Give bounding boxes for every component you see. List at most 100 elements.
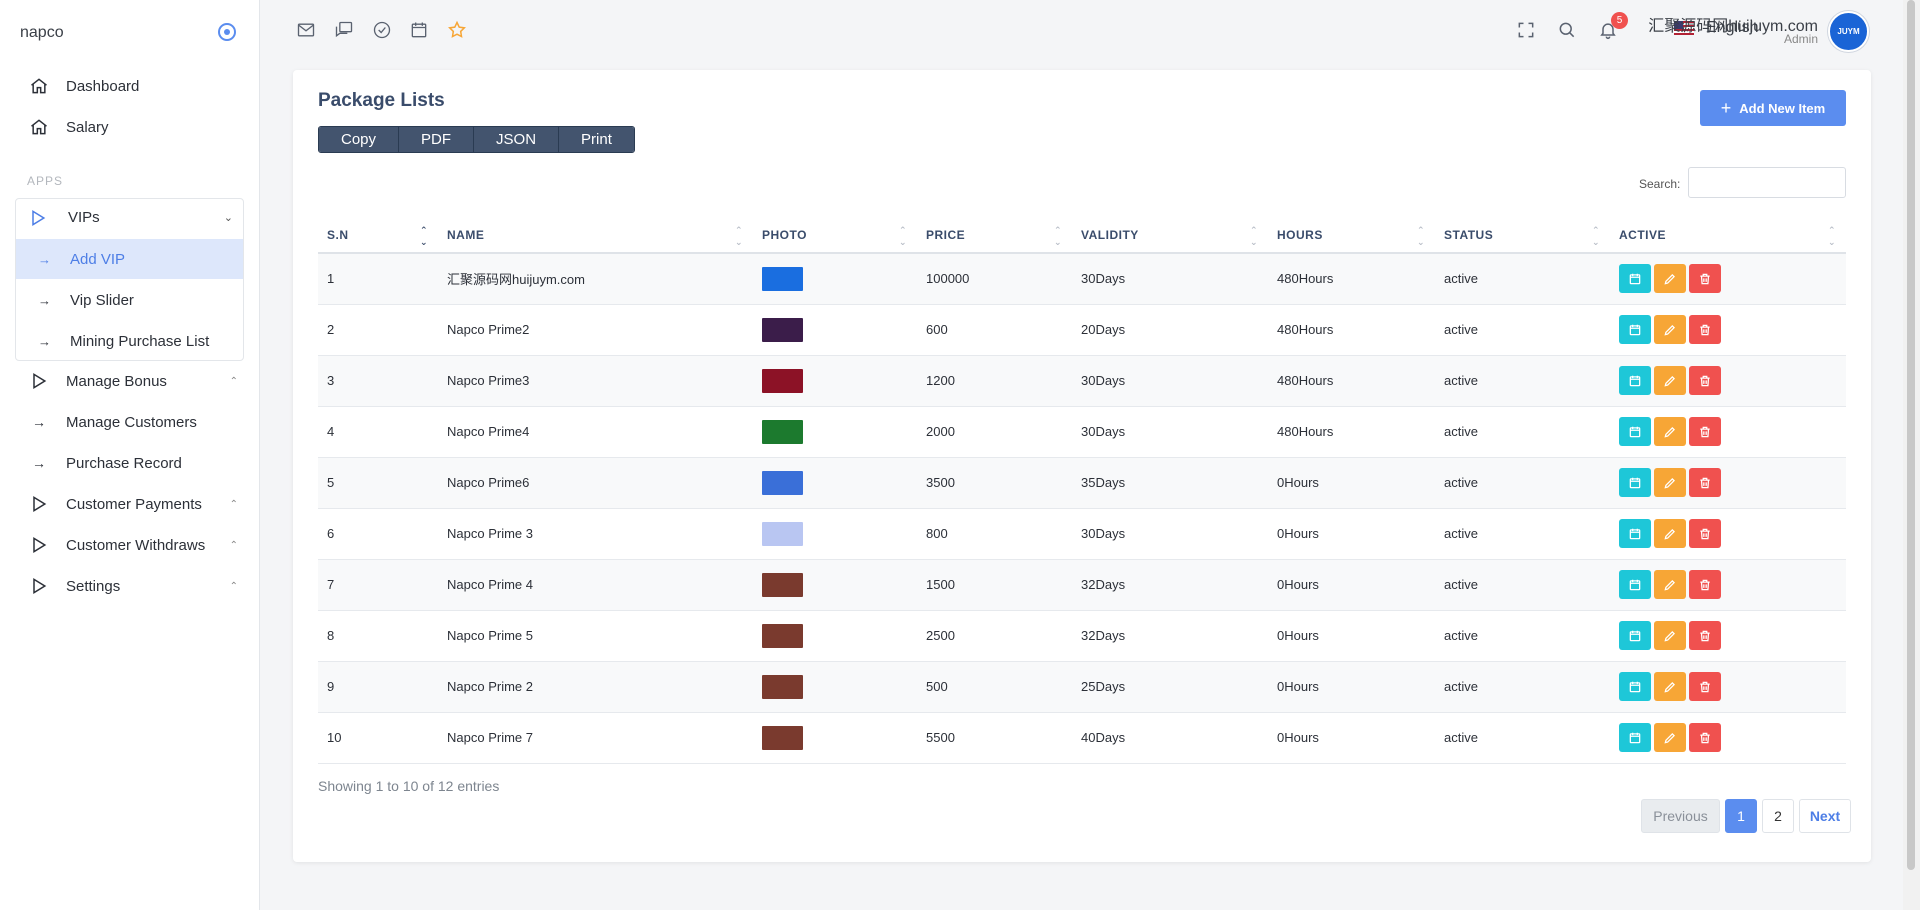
calendar-icon[interactable] [408, 19, 430, 41]
package-thumbnail[interactable] [762, 368, 803, 393]
pencil-icon [1664, 426, 1675, 438]
sidebar-item-purchase-record[interactable]: → Purchase Record [28, 448, 182, 478]
sidebar-item-settings[interactable]: Settings ⌃ [28, 571, 238, 601]
sidebar-item-manage-customers[interactable]: → Manage Customers [28, 407, 197, 437]
mail-icon[interactable] [295, 19, 317, 41]
add-new-item-button[interactable]: + Add New Item [1700, 90, 1846, 126]
previous-page-button[interactable]: Previous [1641, 799, 1720, 833]
edit-button[interactable] [1654, 264, 1686, 294]
delete-button[interactable] [1689, 621, 1721, 650]
column-header-status[interactable]: STATUS ⌃ ⌄ [1435, 218, 1610, 254]
edit-button[interactable] [1654, 417, 1686, 446]
sidebar-subitem-mining-purchase-list[interactable]: → Mining Purchase List [16, 321, 243, 361]
edit-button[interactable] [1654, 570, 1686, 599]
edit-button[interactable] [1654, 468, 1686, 497]
view-button[interactable] [1619, 672, 1651, 701]
sidebar-subitem-vip-slider[interactable]: → Vip Slider [16, 280, 243, 320]
edit-button[interactable] [1654, 723, 1686, 752]
fullscreen-icon[interactable] [1515, 19, 1537, 41]
view-button[interactable] [1619, 570, 1651, 599]
column-header-price[interactable]: PRICE ⌃ ⌄ [917, 218, 1072, 254]
add-new-item-label: Add New Item [1739, 100, 1826, 116]
sort-icon: ⌃ ⌄ [1591, 225, 1600, 247]
view-button[interactable] [1619, 468, 1651, 497]
calendar-icon [1629, 375, 1641, 386]
delete-button[interactable] [1689, 519, 1721, 548]
sidebar-item-customer-payments[interactable]: Customer Payments ⌃ [28, 489, 238, 519]
package-thumbnail[interactable] [762, 572, 803, 597]
delete-button[interactable] [1689, 315, 1721, 344]
cell-name: 汇聚源码网huijuym.com [438, 253, 753, 305]
package-thumbnail[interactable] [762, 470, 803, 495]
column-header-validity[interactable]: VALIDITY ⌃ ⌄ [1072, 218, 1268, 254]
view-button[interactable] [1619, 264, 1651, 294]
scrollbar-thumb[interactable] [1907, 0, 1915, 870]
chevron-up-icon: ⌃ [229, 539, 238, 551]
column-header-sn[interactable]: S.N ⌃ ⌄ [318, 218, 438, 254]
cell-status: active [1435, 406, 1610, 458]
view-button[interactable] [1619, 723, 1651, 752]
arrow-right-icon: → [32, 455, 46, 471]
json-button[interactable]: JSON [474, 127, 560, 152]
column-header-hours[interactable]: HOURS ⌃ ⌄ [1268, 218, 1435, 254]
page-button-2[interactable]: 2 [1762, 799, 1794, 833]
search-input[interactable] [1688, 167, 1846, 198]
edit-button[interactable] [1654, 315, 1686, 344]
delete-button[interactable] [1689, 672, 1721, 701]
package-thumbnail[interactable] [762, 521, 803, 546]
column-header-photo[interactable]: PHOTO ⌃ ⌄ [753, 218, 917, 254]
pagination: Previous 1 2 Next [1641, 799, 1851, 833]
page-button-1[interactable]: 1 [1725, 799, 1757, 833]
delete-button[interactable] [1689, 264, 1721, 294]
delete-button[interactable] [1689, 723, 1721, 752]
package-thumbnail[interactable] [762, 419, 803, 444]
package-thumbnail[interactable] [762, 317, 803, 342]
view-button[interactable] [1619, 366, 1651, 395]
trash-icon [1700, 324, 1710, 335]
pdf-button[interactable]: PDF [399, 127, 475, 152]
trash-icon [1700, 732, 1710, 743]
search-icon[interactable] [1556, 19, 1578, 41]
sidebar-item-customer-withdraws[interactable]: Customer Withdraws ⌃ [28, 530, 238, 560]
cell-price: 2000 [917, 406, 1072, 458]
edit-button[interactable] [1654, 621, 1686, 650]
brand-logo[interactable]: napco [20, 24, 64, 42]
delete-button[interactable] [1689, 366, 1721, 395]
delete-button[interactable] [1689, 570, 1721, 599]
package-thumbnail[interactable] [762, 674, 803, 699]
view-button[interactable] [1619, 519, 1651, 548]
package-thumbnail[interactable] [762, 725, 803, 750]
next-page-button[interactable]: Next [1799, 799, 1851, 833]
pencil-icon [1664, 324, 1675, 336]
star-icon[interactable] [446, 19, 468, 41]
copy-button[interactable]: Copy [319, 127, 400, 152]
sidebar-item-vips[interactable]: VIPs ⌄ [16, 199, 243, 236]
package-thumbnail[interactable] [762, 623, 803, 648]
cell-price: 5500 [917, 712, 1072, 764]
edit-button[interactable] [1654, 672, 1686, 701]
sidebar-item-label: Customer Withdraws [66, 536, 206, 554]
print-button[interactable]: Print [559, 127, 634, 152]
pencil-icon [1664, 273, 1675, 285]
column-header-name[interactable]: NAME ⌃ ⌄ [438, 218, 753, 254]
view-button[interactable] [1619, 621, 1651, 650]
package-thumbnail[interactable] [762, 266, 803, 291]
delete-button[interactable] [1689, 417, 1721, 446]
chat-icon[interactable] [333, 19, 355, 41]
delete-button[interactable] [1689, 468, 1721, 497]
sidebar-item-dashboard[interactable]: Dashboard [28, 71, 139, 101]
view-button[interactable] [1619, 315, 1651, 344]
sidebar-subitem-add-vip[interactable]: → Add VIP [16, 239, 243, 279]
sidebar-item-salary[interactable]: Salary [28, 112, 109, 142]
sidebar-toggle-icon[interactable] [218, 23, 236, 41]
edit-button[interactable] [1654, 366, 1686, 395]
column-header-active[interactable]: ACTIVE ⌃ ⌄ [1610, 218, 1846, 254]
edit-button[interactable] [1654, 519, 1686, 548]
cell-hours: 0Hours [1268, 610, 1435, 662]
cell-name: Napco Prime 7 [438, 712, 753, 764]
avatar[interactable]: JUYM [1828, 11, 1869, 52]
check-circle-icon[interactable] [371, 19, 393, 41]
home-icon [28, 116, 50, 138]
sidebar-item-manage-bonus[interactable]: Manage Bonus ⌃ [28, 366, 238, 396]
view-button[interactable] [1619, 417, 1651, 446]
